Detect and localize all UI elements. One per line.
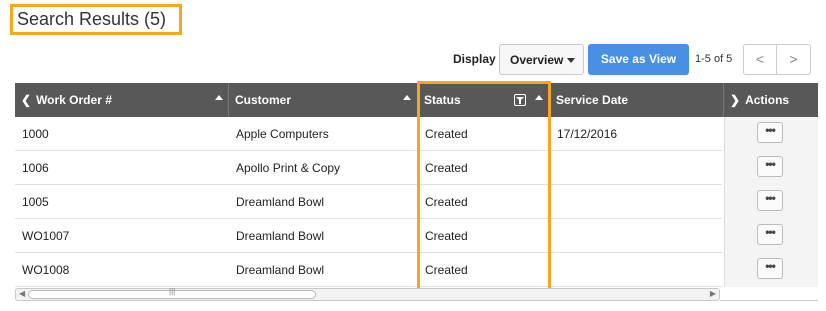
customer-cell: Apple Computers	[236, 127, 329, 141]
customer-cell: Apollo Print & Copy	[236, 161, 341, 175]
column-header-label: Status	[424, 93, 461, 107]
table-row[interactable]: 1005 Dreamland Bowl Created	[15, 185, 722, 219]
column-header-label: Customer	[235, 93, 292, 107]
previous-page-button[interactable]: <	[743, 44, 777, 75]
sort-ascending-icon[interactable]	[215, 95, 223, 100]
horizontal-scrollbar[interactable]: ◀ ||| ▶	[15, 287, 720, 301]
chevron-right-icon: >	[789, 51, 798, 67]
service-date-cell	[550, 151, 557, 185]
row-actions-button[interactable]: •••	[757, 190, 783, 211]
work-order-cell[interactable]: 1000	[15, 117, 49, 151]
caret-down-icon	[567, 58, 575, 63]
status-cell: Created	[425, 127, 468, 141]
row-actions-button[interactable]: •••	[757, 156, 783, 177]
column-header-work-order[interactable]: ❮ Work Order #	[15, 83, 229, 117]
work-order-cell[interactable]: WO1008	[15, 253, 69, 287]
service-date-cell	[550, 185, 557, 219]
action-row: •••	[725, 151, 818, 185]
column-header-status[interactable]: Status	[418, 83, 550, 117]
column-header-label: Actions	[745, 93, 790, 107]
column-header-customer[interactable]: Customer	[229, 83, 418, 117]
row-actions-button[interactable]: •••	[757, 122, 783, 143]
grid-body: 1000 Apple Computers Created 17/12/2016 …	[15, 117, 722, 287]
customer-cell: Dreamland Bowl	[236, 263, 325, 277]
display-select-value: Overview	[510, 53, 564, 67]
column-header-label: Service Date	[556, 93, 629, 107]
column-header-label: Work Order #	[36, 93, 112, 107]
chevron-left-icon[interactable]: ❮	[21, 83, 31, 117]
actions-column: ••• ••• ••• ••• •••	[724, 117, 818, 287]
service-date-cell	[550, 253, 557, 287]
sort-ascending-icon[interactable]	[535, 95, 543, 100]
scroll-right-icon[interactable]: ▶	[710, 289, 716, 298]
status-cell: Created	[425, 195, 468, 209]
chevron-right-icon[interactable]: ❯	[730, 83, 740, 117]
column-header-actions[interactable]: ❯ Actions	[724, 83, 818, 117]
row-actions-button[interactable]: •••	[757, 224, 783, 245]
table-row[interactable]: WO1007 Dreamland Bowl Created	[15, 219, 722, 253]
table-row[interactable]: 1006 Apollo Print & Copy Created	[15, 151, 722, 185]
scroll-left-icon[interactable]: ◀	[19, 289, 25, 298]
customer-cell: Dreamland Bowl	[236, 195, 325, 209]
work-order-cell[interactable]: 1006	[15, 151, 49, 185]
row-actions-button[interactable]: •••	[757, 258, 783, 279]
customer-cell: Dreamland Bowl	[236, 229, 325, 243]
service-date-cell	[550, 219, 557, 253]
action-row: •••	[725, 253, 818, 287]
action-row: •••	[725, 185, 818, 219]
work-order-cell[interactable]: WO1007	[15, 219, 69, 253]
table-row[interactable]: 1000 Apple Computers Created 17/12/2016	[15, 117, 722, 151]
scrollbar-thumb[interactable]: |||	[28, 287, 316, 299]
next-page-button[interactable]: >	[777, 44, 811, 75]
search-results-title: Search Results (5)	[10, 4, 182, 35]
status-cell: Created	[425, 229, 468, 243]
page-count: 1-5 of 5	[695, 53, 733, 65]
toolbar: Display Overview Save as View 1-5 of 5 <…	[0, 44, 826, 76]
status-cell: Created	[425, 263, 468, 277]
sort-ascending-icon[interactable]	[403, 95, 411, 100]
filter-icon[interactable]	[514, 94, 526, 106]
status-cell: Created	[425, 161, 468, 175]
divider	[720, 300, 818, 301]
table-row[interactable]: WO1008 Dreamland Bowl Created	[15, 253, 722, 287]
chevron-left-icon: <	[755, 51, 765, 67]
service-date-cell: 17/12/2016	[557, 127, 618, 141]
save-as-view-button[interactable]: Save as View	[588, 44, 689, 75]
display-select[interactable]: Overview	[499, 44, 584, 75]
grid-header: ❮ Work Order # Customer Status Service Da…	[15, 83, 818, 117]
action-row: •••	[725, 117, 818, 151]
column-header-service-date[interactable]: Service Date	[550, 83, 724, 117]
work-order-cell[interactable]: 1005	[15, 185, 49, 219]
display-label: Display	[453, 52, 496, 66]
grip-icon: |||	[169, 287, 176, 296]
action-row: •••	[725, 219, 818, 253]
